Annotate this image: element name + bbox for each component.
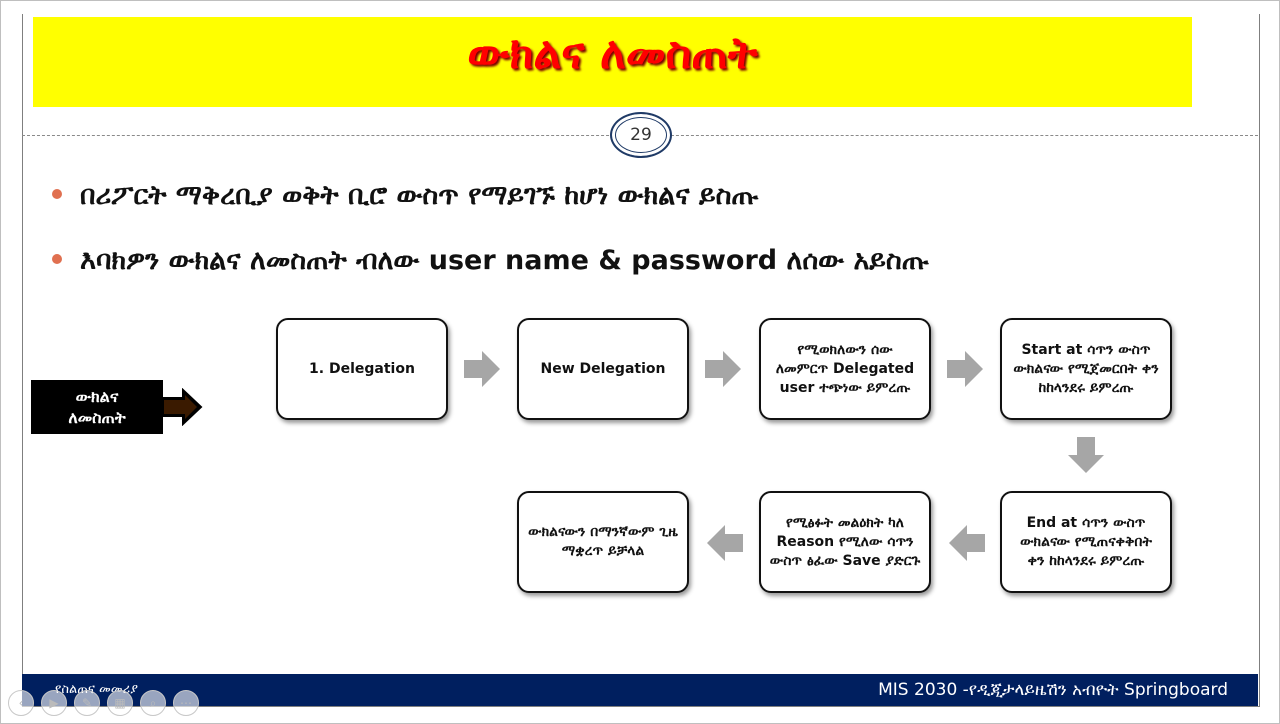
bullet-dot-icon [52,188,62,199]
flow-step-box: የሚወክለውን ሰው ለመምርጥ Delegated user ተጭነው ይምረ… [759,318,931,420]
bullet-text: በሪፖርት ማቅረቢያ ወቅት ቢሮ ውስጥ የማይገኙ ከሆነ ውክልና ይስ… [80,180,759,211]
flow-step-box: End at ሳጥን ውስጥ ውክልናው የሚጠናቀቅበት ቀን ከከላንደሩ … [1000,491,1172,593]
page-number: 29 [630,125,652,145]
bullet-dot-icon [52,253,62,264]
more-icon[interactable]: ⋯ [173,690,199,716]
arrow-right-icon [464,351,500,387]
presentation-controls: ‹ ▶ ✎ ▦ ⌕ ⋯ [8,690,199,716]
bullet-text: እባክዎን ውክልና ለመስጠት ብለው user name & passwor… [80,245,929,276]
flow-step-text: የሚፅፉት መልዕክት ካለ Reason የሚለው ሳጥን ውስጥ ፅፈው S… [769,514,921,569]
flow-start-line: ለመስጠት [68,408,126,427]
play-icon[interactable]: ▶ [41,690,67,716]
flow-step-box: Start at ሳጥን ውስጥ ውክልናው የሚጀመርበት ቀን ከከላንደሩ… [1000,318,1172,420]
prev-icon[interactable]: ‹ [8,690,34,716]
flow-step-box: New Delegation [517,318,689,420]
flow-step-box: 1. Delegation [276,318,448,420]
pen-icon[interactable]: ✎ [74,690,100,716]
slides-icon[interactable]: ▦ [107,690,133,716]
zoom-icon[interactable]: ⌕ [140,690,166,716]
flow-start-line: ውክልና [75,387,119,406]
arrow-down-icon [1068,437,1104,473]
arrow-left-icon [707,525,743,561]
flow-step-text: የሚወክለውን ሰው ለመምርጥ Delegated user ተጭነው ይምረ… [775,341,915,396]
arrow-right-icon [947,351,983,387]
flow-step-text: ውክልናውን በማንኛውም ጊዜ ማቋረጥ ይቻላል [528,524,678,559]
flow-step-text: Start at ሳጥን ውስጥ ውክልናው የሚጀመርበት ቀን ከከላንደሩ… [1013,341,1159,396]
flow-start-label: ውክልና ለመስጠት [31,380,163,434]
flow-step-text: End at ሳጥን ውስጥ ውክልናው የሚጠናቀቅበት ቀን ከከላንደሩ … [1020,514,1152,569]
bullet-item: እባክዎን ውክልና ለመስጠት ብለው user name & passwor… [52,245,929,277]
bullet-item: በሪፖርት ማቅረቢያ ወቅት ቢሮ ውስጥ የማይገኙ ከሆነ ውክልና ይስ… [52,180,759,212]
start-arrow-icon [161,388,203,426]
slide-title: ውክልና ለመስጠት [467,28,758,79]
flow-step-box: የሚፅፉት መልዕክት ካለ Reason የሚለው ሳጥን ውስጥ ፅፈው S… [759,491,931,593]
page-number-badge: 29 [610,112,672,158]
footer-right-text: MIS 2030 -የዲጂታላይዜሽን አብዮት Springboard [878,680,1228,700]
flow-step-box: ውክልናውን በማንኛውም ጊዜ ማቋረጥ ይቻላል [517,491,689,593]
arrow-right-icon [705,351,741,387]
flow-step-text: 1. Delegation [309,360,415,377]
arrow-left-icon [949,525,985,561]
flow-step-text: New Delegation [540,360,666,377]
